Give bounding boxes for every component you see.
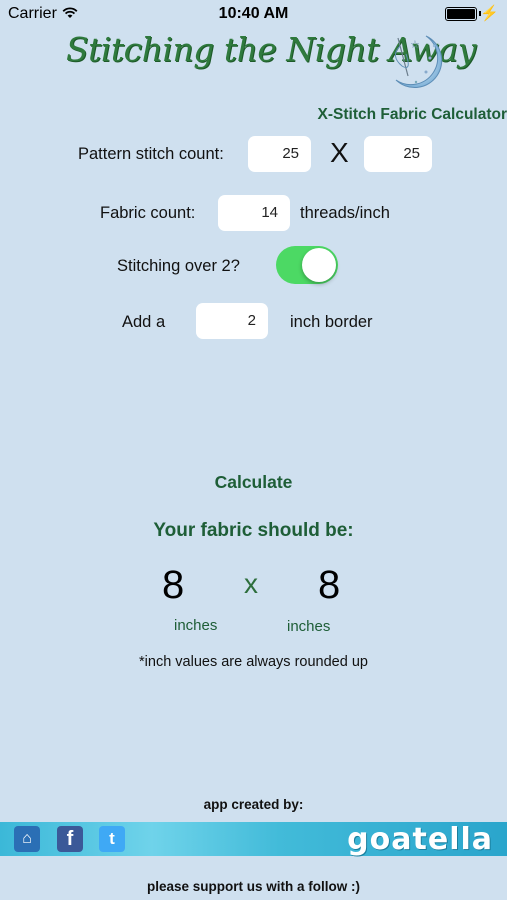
pattern-x-separator: X xyxy=(330,137,349,168)
fabric-unit-label: threads/inch xyxy=(300,204,390,222)
result-height: 8 xyxy=(318,563,341,607)
support-message: please support us with a follow :) xyxy=(146,879,360,894)
result-height-unit: inches xyxy=(287,618,331,635)
social-banner: ⌂ f t goatella xyxy=(0,822,507,857)
facebook-icon[interactable]: f xyxy=(57,826,83,852)
result-heading: Your fabric should be: xyxy=(153,520,354,541)
fabric-count-label: Fabric count: xyxy=(100,204,196,222)
charging-icon: ⚡ xyxy=(480,5,499,22)
pattern-height-field[interactable]: 25 xyxy=(364,136,432,172)
rounding-note: *inch values are always rounded up xyxy=(139,654,368,670)
border-prefix-label: Add a xyxy=(122,313,166,331)
toggle-knob xyxy=(302,248,336,282)
stitching-over-2-toggle[interactable] xyxy=(276,246,338,284)
border-field[interactable]: 2 xyxy=(196,303,268,339)
battery-icon xyxy=(445,7,477,21)
pattern-width-field[interactable]: 25 xyxy=(248,136,311,172)
status-bar: Carrier 10:40 AM ⚡ xyxy=(0,0,507,28)
calculate-button[interactable]: Calculate xyxy=(0,472,507,493)
clock: 10:40 AM xyxy=(218,5,289,22)
brand-logo[interactable]: goatella xyxy=(347,822,493,857)
result-x-separator: x xyxy=(244,568,258,599)
credit-label: app created by: xyxy=(203,797,304,812)
svg-text:☆: ☆ xyxy=(410,39,420,51)
fabric-count-field[interactable]: 14 xyxy=(218,195,290,231)
result-width: 8 xyxy=(162,563,185,607)
stitching-over-2-label: Stitching over 2? xyxy=(117,257,240,275)
home-icon[interactable]: ⌂ xyxy=(14,826,40,852)
calculator-title: X-Stitch Fabric Calculator xyxy=(317,106,507,123)
moon-needle-icon: ☆ xyxy=(386,32,446,92)
result-width-unit: inches xyxy=(174,617,218,634)
pattern-stitch-count-label: Pattern stitch count: xyxy=(78,145,224,163)
border-suffix-label: inch border xyxy=(290,313,373,331)
twitter-icon[interactable]: t xyxy=(99,826,125,852)
